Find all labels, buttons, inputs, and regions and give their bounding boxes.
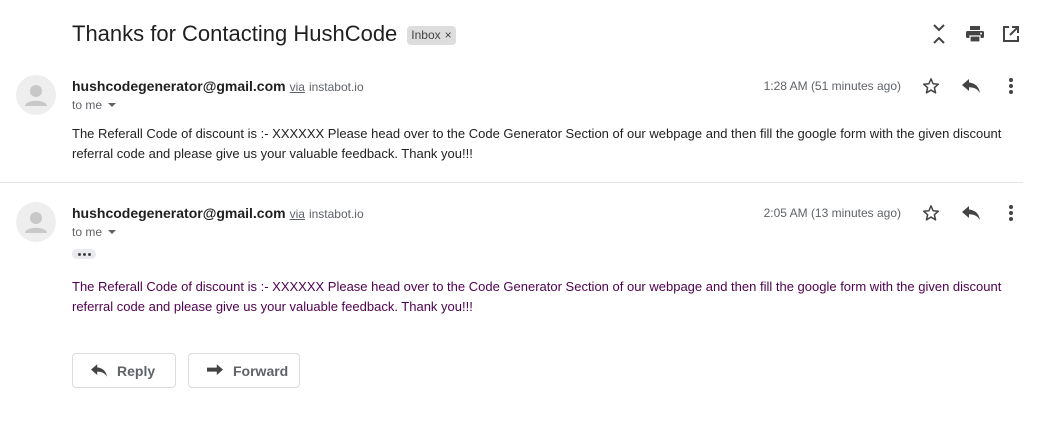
reply-icon (962, 206, 980, 220)
inbox-label-chip[interactable]: Inbox × (407, 25, 456, 45)
more-options-button[interactable] (999, 76, 1023, 96)
remove-label-icon[interactable]: × (445, 28, 452, 42)
collapse-all-icon (933, 24, 945, 44)
more-vert-icon (1009, 78, 1013, 94)
reply-action-button[interactable]: Reply (72, 353, 176, 388)
ellipsis-dot-icon (77, 252, 81, 256)
reply-icon (91, 364, 107, 377)
thread-subject: Thanks for Contacting HushCode (72, 21, 398, 46)
forward-icon (207, 364, 223, 377)
reply-icon (962, 79, 980, 93)
via-link[interactable]: via (290, 80, 305, 94)
ellipsis-dot-icon (87, 252, 91, 256)
more-vert-icon (1009, 205, 1013, 221)
ellipsis-dot-icon (82, 252, 86, 256)
recipient-details-toggle[interactable]: to me (72, 225, 117, 239)
print-button[interactable] (965, 22, 985, 46)
message-actions (903, 76, 1023, 96)
collapse-all-button[interactable] (929, 22, 949, 46)
reply-forward-bar: Reply Forward (72, 353, 300, 388)
recipient-text: to me (72, 225, 103, 239)
chevron-down-icon (108, 103, 117, 107)
via-domain: instabot.io (308, 207, 364, 221)
message-divider (0, 182, 1023, 183)
message-actions (903, 203, 1023, 223)
sender-email[interactable]: hushcodegenerator@gmail.com (72, 78, 286, 94)
star-button[interactable] (919, 76, 943, 96)
sender-line: hushcodegenerator@gmail.com via instabot… (72, 78, 364, 94)
message-timestamp: 1:28 AM (51 minutes ago) (763, 79, 901, 93)
sender-line: hushcodegenerator@gmail.com via instabot… (72, 205, 364, 221)
message-timestamp: 2:05 AM (13 minutes ago) (763, 206, 901, 220)
recipient-details-toggle[interactable]: to me (72, 98, 117, 112)
label-text: Inbox (411, 28, 441, 42)
show-trimmed-content-button[interactable] (72, 249, 96, 259)
chevron-down-icon (108, 230, 117, 234)
avatar[interactable] (16, 202, 56, 242)
sender-email[interactable]: hushcodegenerator@gmail.com (72, 205, 286, 221)
via-link[interactable]: via (290, 207, 305, 221)
open-in-new-window-icon (1003, 26, 1019, 42)
via-domain: instabot.io (308, 80, 364, 94)
star-icon (922, 78, 940, 94)
forward-label: Forward (233, 362, 289, 379)
thread-toolbar (929, 22, 1021, 46)
default-avatar-icon (25, 212, 47, 233)
message-body: The Referall Code of discount is :- XXXX… (72, 126, 1002, 161)
reply-button[interactable] (959, 203, 983, 223)
more-options-button[interactable] (999, 203, 1023, 223)
forward-action-button[interactable]: Forward (188, 353, 300, 388)
reply-button[interactable] (959, 76, 983, 96)
print-icon (966, 26, 984, 42)
default-avatar-icon (25, 85, 47, 106)
star-icon (922, 205, 940, 221)
open-in-new-window-button[interactable] (1001, 22, 1021, 46)
recipient-text: to me (72, 98, 103, 112)
avatar[interactable] (16, 75, 56, 115)
quoted-message-body: The Referall Code of discount is :- XXXX… (72, 279, 1002, 314)
star-button[interactable] (919, 203, 943, 223)
thread-header: Thanks for Contacting HushCode Inbox × (72, 18, 456, 50)
reply-label: Reply (117, 362, 156, 379)
